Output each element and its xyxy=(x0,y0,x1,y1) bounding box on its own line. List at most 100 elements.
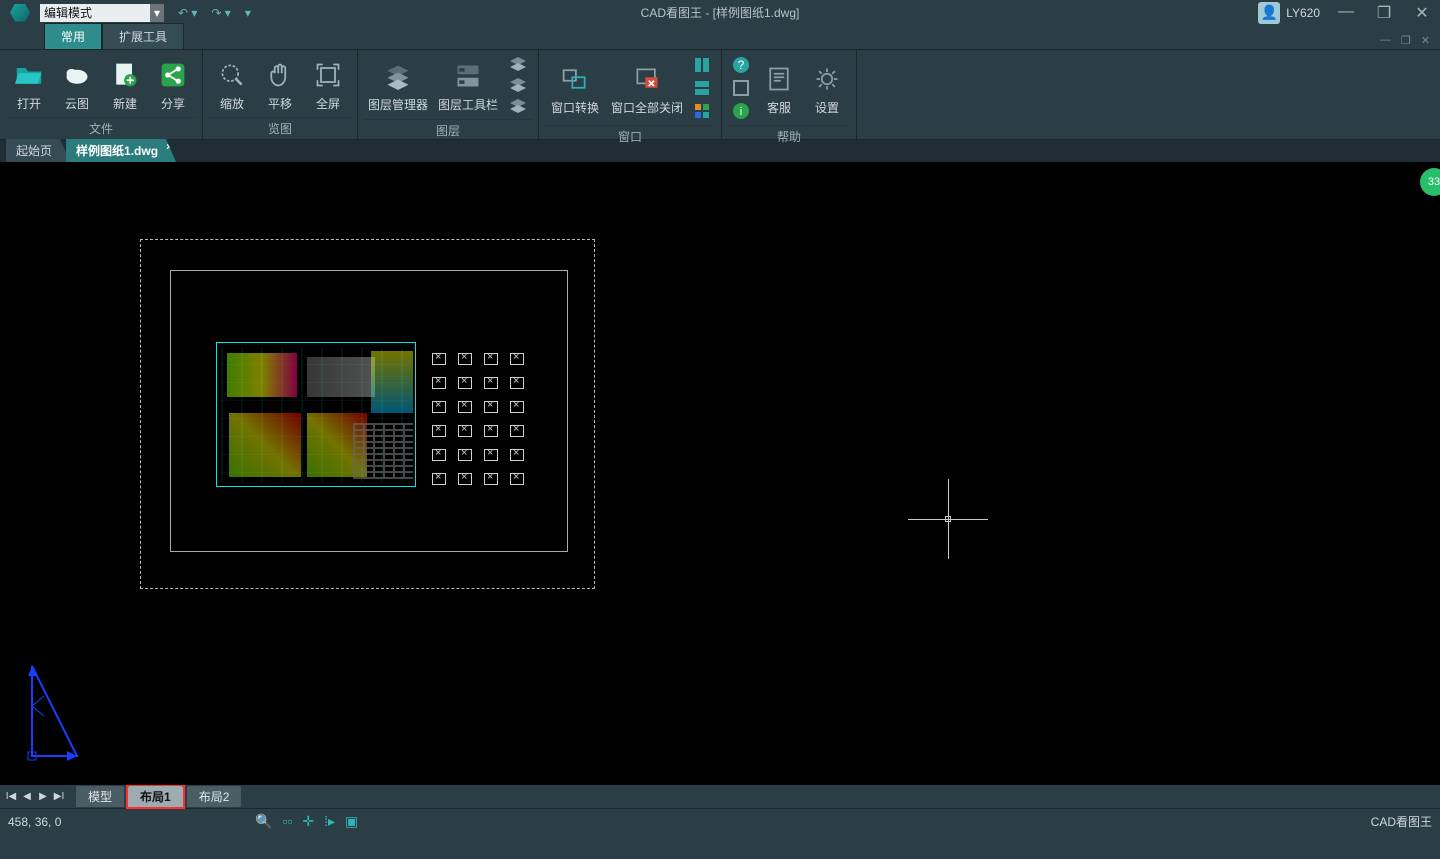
status-extents-icon[interactable]: ▣ xyxy=(345,813,358,830)
layer-quick-3[interactable] xyxy=(508,98,528,117)
layout-tab-model[interactable]: 模型 xyxy=(76,786,124,807)
layers-stack-icon xyxy=(382,60,414,92)
fullscreen-icon xyxy=(312,59,344,91)
doc-tab-start[interactable]: 起始页 xyxy=(6,139,70,162)
help-quick-buttons: ? i xyxy=(728,54,754,125)
status-snap-icon[interactable]: ▫▫ xyxy=(282,813,292,830)
zoom-icon xyxy=(216,59,248,91)
help-quick-1[interactable]: ? xyxy=(732,56,750,77)
mode-label: 编辑模式 xyxy=(44,4,92,21)
window-quick-buttons xyxy=(689,54,715,125)
pan-button[interactable]: 平移 xyxy=(257,55,303,116)
window-switch-icon xyxy=(559,63,591,95)
close-all-windows-button[interactable]: 窗口全部关闭 xyxy=(607,59,687,120)
doc-tab-file[interactable]: 样例图纸1.dwg × xyxy=(66,139,176,162)
username: LY620 xyxy=(1286,6,1320,20)
open-button[interactable]: 打开 xyxy=(6,55,52,116)
layout-last-button[interactable]: ▶I xyxy=(52,791,66,802)
qat-more-button[interactable]: ▾ xyxy=(241,6,255,20)
ribbon-tabs: 常用 扩展工具 — ❐ ✕ xyxy=(0,25,1440,50)
zoom-button[interactable]: 缩放 xyxy=(209,55,255,116)
ribbon-group-view: 缩放 平移 全屏 览图 xyxy=(203,50,358,139)
app-logo[interactable] xyxy=(0,0,40,25)
quick-access-toolbar: ↶ ▾ ↷ ▾ ▾ xyxy=(174,6,255,20)
settings-button[interactable]: 设置 xyxy=(804,59,850,120)
layout-tab-layout1[interactable]: 布局1 xyxy=(128,786,183,807)
mdi-restore-button[interactable]: ❐ xyxy=(1401,34,1411,47)
layout-next-button[interactable]: ▶ xyxy=(36,791,50,802)
layer-toolbar-icon xyxy=(452,60,484,92)
layer-toolbar-button[interactable]: 图层工具栏 xyxy=(434,56,502,117)
help-quick-2[interactable] xyxy=(732,79,750,100)
share-icon xyxy=(157,59,189,91)
ribbon-tab-common[interactable]: 常用 xyxy=(44,23,102,49)
layer-manager-button[interactable]: 图层管理器 xyxy=(364,56,432,117)
folder-open-icon xyxy=(13,59,45,91)
mode-combobox[interactable]: 编辑模式 xyxy=(40,4,150,22)
ribbon-group-file: 打开 云图 新建 分享 文件 xyxy=(0,50,203,139)
layout-viewport[interactable] xyxy=(216,342,416,487)
layout-tabs-row: I◀ ◀ ▶ ▶I 模型 布局1 布局2 xyxy=(0,785,1440,808)
document-tabs: 起始页 样例图纸1.dwg × xyxy=(0,140,1440,162)
customer-service-button[interactable]: 客服 xyxy=(756,59,802,120)
share-button[interactable]: 分享 xyxy=(150,55,196,116)
mdi-minimize-button[interactable]: — xyxy=(1380,34,1391,47)
redo-button[interactable]: ↷ ▾ xyxy=(207,6,234,20)
status-divider-icon[interactable]: ⁞▸ xyxy=(324,813,335,830)
gear-icon xyxy=(811,63,843,95)
headset-icon xyxy=(763,63,795,95)
ribbon-group-title: 览图 xyxy=(209,117,351,139)
user-area[interactable]: 👤 LY620 xyxy=(1258,2,1320,24)
product-name: CAD看图王 xyxy=(1371,813,1432,830)
mdi-controls: — ❐ ✕ xyxy=(1380,34,1430,47)
layout-tab-layout2[interactable]: 布局2 xyxy=(187,786,242,807)
layer-quick-buttons xyxy=(504,54,532,119)
window-quick-1[interactable] xyxy=(693,56,711,77)
cloud-icon xyxy=(61,59,93,91)
window-quick-2[interactable] xyxy=(693,79,711,100)
cursor-crosshair xyxy=(948,519,949,520)
close-tab-icon[interactable]: × xyxy=(166,142,172,153)
window-switch-button[interactable]: 窗口转换 xyxy=(545,59,605,120)
statusbar: 458, 36, 0 🔍 ▫▫ ✛ ⁞▸ ▣ CAD看图王 xyxy=(0,808,1440,834)
window-controls: — ❐ ✕ xyxy=(1334,3,1434,23)
status-crosshair-icon[interactable]: ✛ xyxy=(302,813,314,830)
layout-prev-button[interactable]: ◀ xyxy=(20,791,34,802)
hand-icon xyxy=(264,59,296,91)
mode-dropdown-button[interactable]: ▾ xyxy=(150,4,164,22)
ribbon-group-window: 窗口转换 窗口全部关闭 窗口 xyxy=(539,50,722,139)
ribbon-group-help: ? i 客服 设置 帮助 xyxy=(722,50,857,139)
close-button[interactable]: ✕ xyxy=(1410,3,1434,23)
drawing-content xyxy=(221,347,411,482)
highlight-annotation: 布局1 xyxy=(126,784,185,809)
undo-button[interactable]: ↶ ▾ xyxy=(174,6,201,20)
mdi-close-button[interactable]: ✕ xyxy=(1421,34,1430,47)
svg-text:i: i xyxy=(740,106,742,118)
ribbon-tab-extensions[interactable]: 扩展工具 xyxy=(102,23,184,49)
svg-text:?: ? xyxy=(738,58,745,72)
ribbon-group-layer: 图层管理器 图层工具栏 图层 xyxy=(358,50,539,139)
help-quick-3[interactable]: i xyxy=(732,102,750,123)
window-title: CAD看图王 - [样例图纸1.dwg] xyxy=(641,4,800,21)
maximize-button[interactable]: ❐ xyxy=(1372,3,1396,23)
ucs-icon xyxy=(22,651,102,761)
coordinates-readout: 458, 36, 0 xyxy=(8,815,61,829)
notification-badge[interactable]: 33 xyxy=(1420,168,1440,196)
new-file-icon xyxy=(109,59,141,91)
close-all-icon xyxy=(631,63,663,95)
status-toggle-icons: 🔍 ▫▫ ✛ ⁞▸ ▣ xyxy=(255,813,358,830)
layout-first-button[interactable]: I◀ xyxy=(4,791,18,802)
minimize-button[interactable]: — xyxy=(1334,3,1358,23)
window-quick-3[interactable] xyxy=(693,102,711,123)
layer-quick-1[interactable] xyxy=(508,56,528,75)
ribbon: 打开 云图 新建 分享 文件 xyxy=(0,50,1440,140)
status-zoom-icon[interactable]: 🔍 xyxy=(255,813,272,830)
symbol-legend-grid xyxy=(432,353,526,489)
layer-quick-2[interactable] xyxy=(508,77,528,96)
new-button[interactable]: 新建 xyxy=(102,55,148,116)
ribbon-group-title: 文件 xyxy=(6,117,196,139)
drawing-canvas[interactable]: 33 xyxy=(0,162,1440,785)
fullscreen-button[interactable]: 全屏 xyxy=(305,55,351,116)
ribbon-group-title: 图层 xyxy=(364,119,532,141)
cloud-button[interactable]: 云图 xyxy=(54,55,100,116)
